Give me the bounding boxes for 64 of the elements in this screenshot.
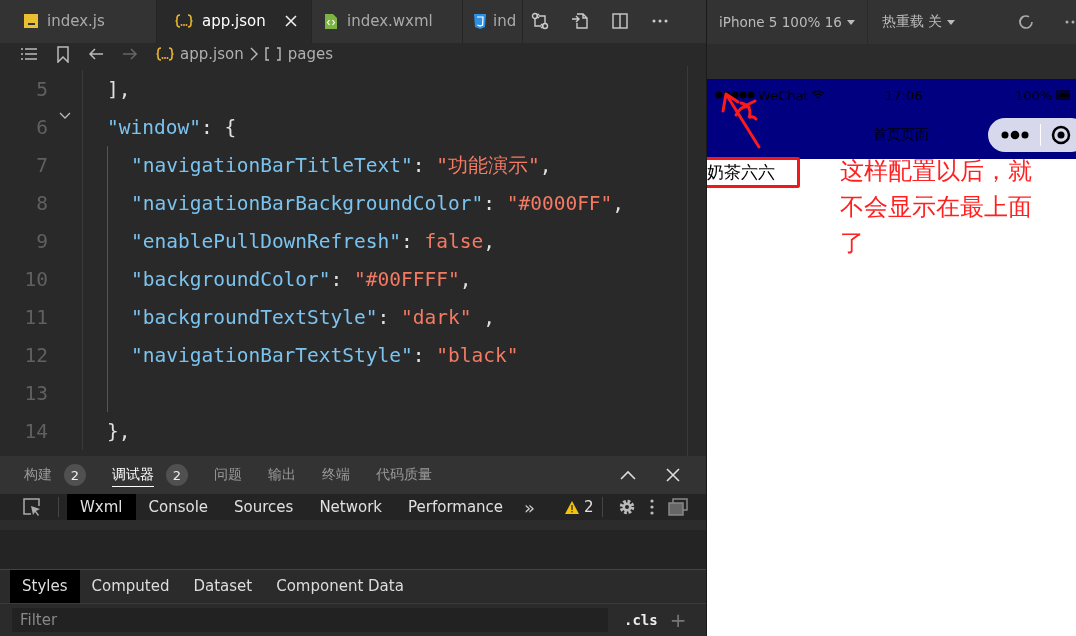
- breadcrumb-item[interactable]: app.json: [180, 45, 244, 64]
- carrier-name: WeChat: [758, 87, 809, 103]
- breadcrumb-item[interactable]: pages: [287, 45, 333, 64]
- page-text: 奶茶六六: [707, 162, 775, 182]
- more-tabs-button[interactable]: »: [524, 496, 536, 518]
- devtools-tab[interactable]: Network: [306, 494, 396, 521]
- code-token: ,: [539, 153, 552, 177]
- styles-tab[interactable]: Component Data: [264, 569, 416, 603]
- warning-count[interactable]: 2: [584, 498, 594, 517]
- code-token: "backgroundTextStyle": [131, 305, 378, 329]
- tab-label: 代码质量: [376, 466, 432, 485]
- devtools-tab[interactable]: Wxml: [67, 494, 136, 521]
- annotation-note: 这样配置以后，就不会显示在最上面了: [840, 156, 1033, 259]
- code-token: false: [424, 229, 484, 253]
- code-token: ,: [612, 191, 625, 215]
- code-token: "enablePullDownRefresh": [131, 229, 402, 253]
- code-token: : {: [200, 115, 237, 139]
- code-token: :: [330, 267, 344, 291]
- styles-tab[interactable]: Computed: [79, 569, 182, 603]
- code-token: ,: [483, 229, 495, 253]
- tab-label: 调试器: [112, 463, 154, 487]
- count-badge: 2: [166, 464, 188, 487]
- panel-tab[interactable]: 终端: [322, 456, 350, 495]
- styles-tab[interactable]: Dataset: [181, 569, 265, 603]
- code-token: ,: [482, 305, 495, 329]
- code-token: "navigationBarBackgroundColor": [131, 191, 484, 215]
- page-title: 首页页面: [873, 126, 929, 144]
- code-token: "backgroundColor": [131, 267, 331, 291]
- code-token: "#0000FF": [506, 191, 613, 215]
- devtools-tab[interactable]: Sources: [221, 494, 307, 521]
- code-token: ],: [107, 77, 131, 101]
- code-token: "navigationBarTextStyle": [131, 343, 413, 367]
- devtools-tab[interactable]: Console: [135, 494, 222, 521]
- hot-reload-selector[interactable]: 热重载 关: [867, 0, 968, 44]
- tab-label: 终端: [322, 466, 350, 485]
- battery-level: 100%: [1015, 87, 1053, 103]
- code-token: "#00FFFF": [354, 267, 460, 291]
- code-token: :: [377, 305, 391, 329]
- code-token: ,: [459, 267, 472, 291]
- panel-tab[interactable]: 调试器 2: [112, 456, 188, 495]
- status-time: 17:06: [885, 87, 924, 103]
- code-token: :: [483, 191, 496, 215]
- styles-tab[interactable]: Styles: [10, 569, 80, 603]
- code-token: "dark": [401, 305, 472, 329]
- code-token: },: [107, 419, 131, 443]
- tab-label: 构建: [24, 466, 52, 485]
- panel-tab[interactable]: 输出: [268, 456, 296, 495]
- code-token: :: [412, 153, 426, 177]
- code-token: :: [412, 343, 426, 367]
- code-token: "功能演示": [436, 152, 540, 179]
- tab-label: 问题: [214, 466, 242, 485]
- devtools-tab[interactable]: Performance: [395, 494, 517, 521]
- editor-tab[interactable]: app.json: [157, 0, 312, 43]
- code-token: "navigationBarTitleText": [131, 153, 413, 177]
- code-token: "window": [107, 115, 201, 139]
- panel-tab[interactable]: 问题: [214, 456, 242, 495]
- code-token: :: [401, 229, 414, 253]
- count-badge: 2: [64, 464, 86, 487]
- cls-toggle[interactable]: .cls: [624, 612, 658, 628]
- filter-field[interactable]: Filter: [12, 608, 608, 632]
- panel-tab[interactable]: 代码质量: [376, 456, 432, 495]
- code-token: "black": [436, 343, 519, 367]
- panel-tab[interactable]: 构建 2: [24, 456, 86, 495]
- tab-label: 输出: [268, 466, 296, 485]
